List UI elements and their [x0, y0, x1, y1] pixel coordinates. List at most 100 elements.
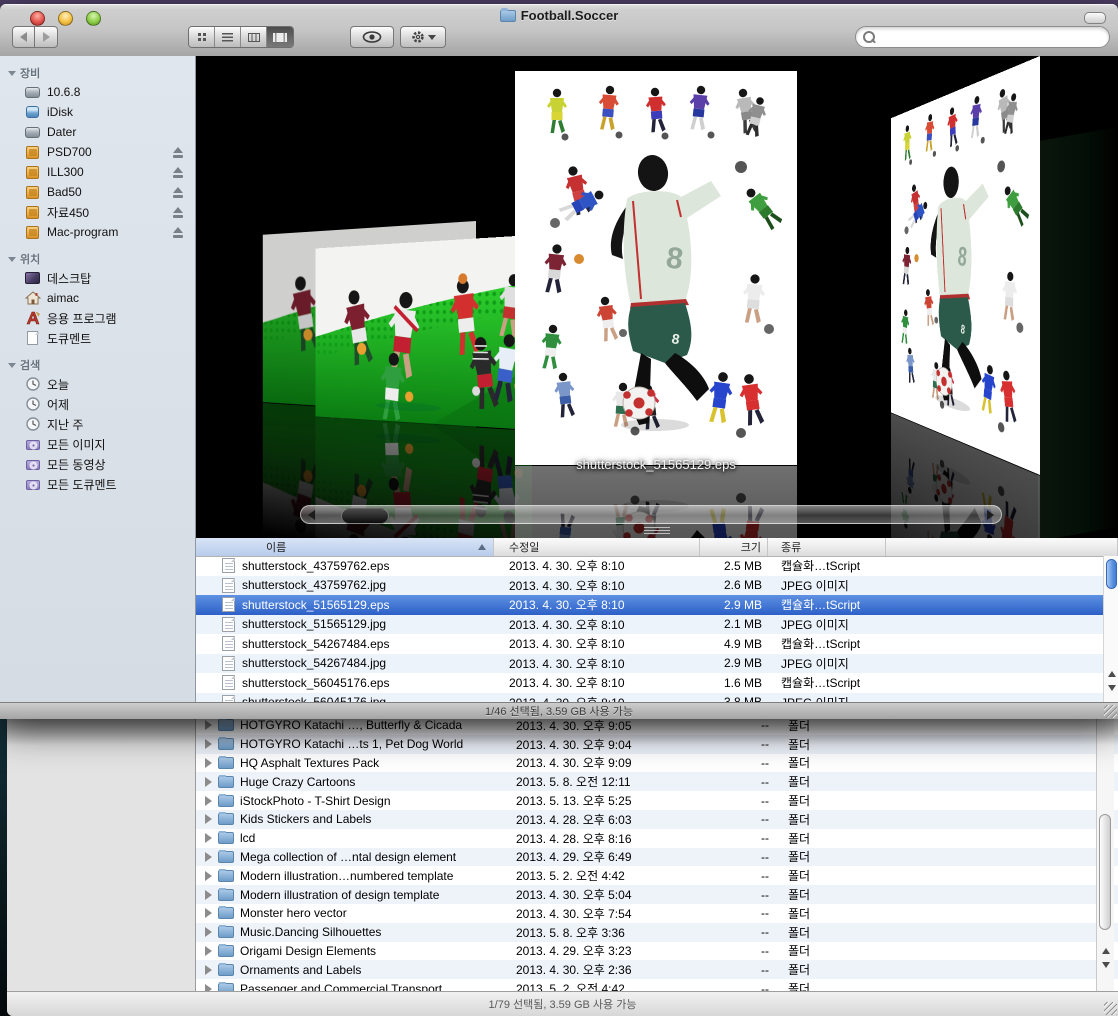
- column-header-kind[interactable]: 종류: [768, 538, 886, 556]
- back-window-resize-grip-icon[interactable]: [1104, 1002, 1117, 1015]
- file-list[interactable]: shutterstock_43759762.eps2013. 4. 30. 오후…: [196, 556, 1118, 703]
- sidebar-item-external-drive[interactable]: 자료450: [0, 202, 195, 222]
- sidebar-section-header[interactable]: 위치: [8, 252, 195, 266]
- column-header-date[interactable]: 수정일: [494, 538, 700, 556]
- sidebar-section-header[interactable]: 장비: [8, 66, 195, 80]
- cover-item-next-1[interactable]: [891, 56, 1040, 538]
- file-row[interactable]: shutterstock_54267484.eps2013. 4. 30. 오후…: [196, 634, 1118, 654]
- folder-row[interactable]: Origami Design Elements2013. 4. 29. 오후 3…: [196, 942, 1118, 961]
- disclosure-triangle-icon[interactable]: [205, 796, 212, 806]
- cover-edge-on-far-right[interactable]: [1038, 127, 1118, 341]
- folder-row[interactable]: HQ Asphalt Textures Pack2013. 4. 30. 오후 …: [196, 754, 1118, 773]
- back-window-scroll-thumb[interactable]: [1099, 814, 1111, 930]
- file-row[interactable]: shutterstock_56045176.eps2013. 4. 30. 오후…: [196, 673, 1118, 693]
- action-menu-button[interactable]: [400, 26, 446, 48]
- sidebar-item-smart-folder[interactable]: 모든 이미지: [0, 434, 195, 454]
- search-input[interactable]: [880, 28, 1109, 46]
- disclosure-triangle-icon[interactable]: [205, 908, 212, 918]
- coverflow-view-button[interactable]: [267, 27, 293, 47]
- coverflow-resize-handle-icon[interactable]: [644, 527, 670, 535]
- folder-row[interactable]: Modern illustration…numbered template201…: [196, 866, 1118, 885]
- folder-row[interactable]: Mega collection of …ntal design element2…: [196, 848, 1118, 867]
- folder-row[interactable]: HOTGYRO Katachi …ts 1, Pet Dog World2013…: [196, 735, 1118, 754]
- folder-row[interactable]: lcd2013. 4. 28. 오후 8:16--폴더: [196, 829, 1118, 848]
- disclosure-triangle-icon[interactable]: [205, 890, 212, 900]
- column-header-size[interactable]: 크기: [700, 538, 768, 556]
- quick-look-button[interactable]: [350, 26, 394, 48]
- search-field[interactable]: [855, 26, 1110, 48]
- list-view-button[interactable]: [215, 27, 241, 47]
- folder-row[interactable]: HOTGYRO Katachi …, Butterfly & Cicada201…: [196, 719, 1118, 735]
- sidebar-item-idisk[interactable]: iDisk: [0, 102, 195, 122]
- eject-icon[interactable]: [172, 226, 184, 238]
- sidebar-item-clock[interactable]: 오늘: [0, 374, 195, 394]
- eject-icon[interactable]: [172, 206, 184, 218]
- disclosure-triangle-icon[interactable]: [205, 833, 212, 843]
- folder-row[interactable]: Monster hero vector2013. 4. 30. 오후 7:54-…: [196, 904, 1118, 923]
- sidebar-item-clock[interactable]: 지난 주: [0, 414, 195, 434]
- sidebar-item-document[interactable]: 도큐멘트: [0, 328, 195, 348]
- back-window-scroll-up-icon[interactable]: [1102, 948, 1110, 954]
- file-row[interactable]: shutterstock_43759762.eps2013. 4. 30. 오후…: [196, 556, 1118, 576]
- toolbar-toggle-button[interactable]: [1084, 12, 1106, 24]
- sidebar-item-desktop[interactable]: 데스크탑: [0, 268, 195, 288]
- disclosure-triangle-icon[interactable]: [205, 739, 212, 749]
- coverflow-scroll-right-icon[interactable]: [987, 510, 994, 520]
- sidebar-item-disk[interactable]: Dater: [0, 122, 195, 142]
- disclosure-triangle-icon[interactable]: [205, 720, 212, 730]
- resize-grip-icon[interactable]: [1104, 705, 1117, 718]
- sidebar-item-home[interactable]: aimac: [0, 288, 195, 308]
- file-row[interactable]: shutterstock_43759762.jpg2013. 4. 30. 오후…: [196, 576, 1118, 596]
- sidebar-item-external-drive[interactable]: Bad50: [0, 182, 195, 202]
- column-view-button[interactable]: [241, 27, 267, 47]
- sidebar-item-disk[interactable]: 10.6.8: [0, 82, 195, 102]
- disclosure-triangle-icon[interactable]: [205, 758, 212, 768]
- eject-icon[interactable]: [172, 146, 184, 158]
- title-bar[interactable]: Football.Soccer: [0, 4, 1118, 57]
- folder-row[interactable]: Kids Stickers and Labels2013. 4. 28. 오후 …: [196, 810, 1118, 829]
- disclosure-triangle-icon[interactable]: [205, 965, 212, 975]
- eject-icon[interactable]: [172, 186, 184, 198]
- column-header-name[interactable]: 이름: [196, 538, 494, 556]
- sidebar-item-smart-folder[interactable]: 모든 동영상: [0, 454, 195, 474]
- back-button[interactable]: [12, 26, 35, 48]
- eject-icon[interactable]: [172, 166, 184, 178]
- coverflow-scrollbar[interactable]: [300, 505, 1002, 524]
- coverflow-scroll-left-icon[interactable]: [308, 510, 315, 520]
- folder-row[interactable]: Ornaments and Labels2013. 4. 30. 오후 2:36…: [196, 960, 1118, 979]
- coverflow-scroll-thumb[interactable]: [341, 508, 389, 524]
- file-list-scroll-down-icon[interactable]: [1108, 685, 1116, 691]
- finder-window-back[interactable]: HOTGYRO Katachi …, Butterfly & Cicada201…: [7, 719, 1118, 1016]
- sidebar-section-header[interactable]: 검색: [8, 358, 195, 372]
- folder-row[interactable]: Music.Dancing Silhouettes2013. 5. 8. 오후 …: [196, 923, 1118, 942]
- back-window-vertical-scrollbar[interactable]: [1096, 719, 1114, 992]
- disclosure-triangle-icon[interactable]: [205, 777, 212, 787]
- sidebar-item-external-drive[interactable]: PSD700: [0, 142, 195, 162]
- back-window-scroll-down-icon[interactable]: [1102, 962, 1110, 968]
- folder-row[interactable]: iStockPhoto - T-Shirt Design2013. 5. 13.…: [196, 791, 1118, 810]
- cover-edge-on-far-right-2[interactable]: [1038, 317, 1118, 538]
- back-window-file-list[interactable]: HOTGYRO Katachi …, Butterfly & Cicada201…: [196, 719, 1118, 992]
- sidebar-item-applications[interactable]: 응용 프로그램: [0, 308, 195, 328]
- sidebar-item-clock[interactable]: 어제: [0, 394, 195, 414]
- forward-button[interactable]: [35, 26, 58, 48]
- file-row[interactable]: shutterstock_51565129.eps2013. 4. 30. 오후…: [196, 595, 1118, 615]
- disclosure-triangle-icon[interactable]: [205, 871, 212, 881]
- file-list-scroll-up-icon[interactable]: [1108, 671, 1116, 677]
- file-row[interactable]: shutterstock_54267484.jpg2013. 4. 30. 오후…: [196, 654, 1118, 674]
- folder-row[interactable]: Modern illustration of design template20…: [196, 885, 1118, 904]
- sidebar-item-smart-folder[interactable]: 모든 도큐멘트: [0, 474, 195, 494]
- file-row[interactable]: shutterstock_51565129.jpg2013. 4. 30. 오후…: [196, 615, 1118, 635]
- disclosure-triangle-icon[interactable]: [205, 927, 212, 937]
- coverflow-area[interactable]: shutterstock_51565129.eps: [196, 56, 1118, 538]
- sidebar-item-external-drive[interactable]: Mac-program: [0, 222, 195, 242]
- cover-item-prev-1[interactable]: [316, 235, 532, 538]
- disclosure-triangle-icon[interactable]: [205, 946, 212, 956]
- disclosure-triangle-icon[interactable]: [205, 852, 212, 862]
- file-list-scroll-thumb[interactable]: [1106, 559, 1117, 589]
- sidebar-item-external-drive[interactable]: ILL300: [0, 162, 195, 182]
- folder-row[interactable]: Huge Crazy Cartoons2013. 5. 8. 오전 12:11-…: [196, 772, 1118, 791]
- file-list-vertical-scrollbar[interactable]: [1103, 556, 1118, 703]
- icon-view-button[interactable]: [189, 27, 215, 47]
- disclosure-triangle-icon[interactable]: [205, 814, 212, 824]
